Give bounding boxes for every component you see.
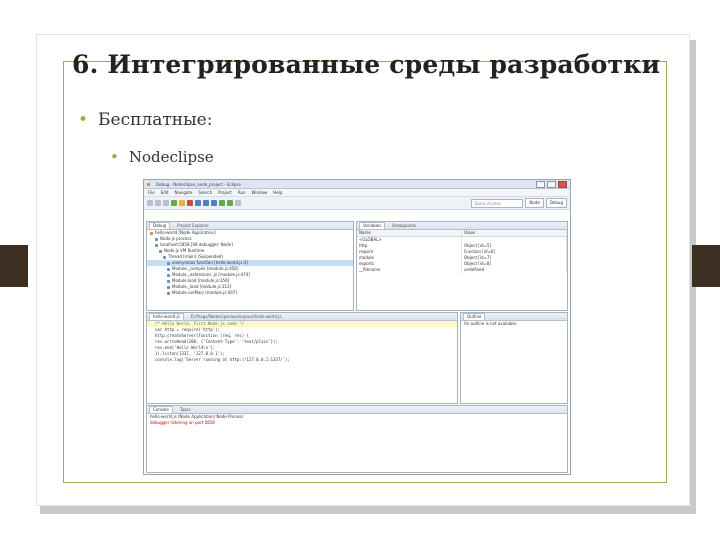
perspective-node[interactable]: Node — [525, 198, 544, 208]
variables-pane-header: Variables Breakpoints — [357, 222, 567, 230]
column-name[interactable]: Name — [357, 230, 462, 236]
bullet-level1: • Бесплатные: — [78, 110, 212, 130]
menu-file[interactable]: File — [148, 190, 155, 195]
stack-frame-icon — [167, 291, 170, 295]
stack-frame-icon — [167, 279, 170, 283]
stack-frame-icon — [167, 267, 170, 271]
tab-outline[interactable]: Outline — [463, 313, 486, 320]
console-pane: Console Tasks hello-world.js [Node Appli… — [146, 405, 568, 473]
stack-frame-icon — [167, 273, 170, 277]
right-tab-decoration — [692, 245, 720, 287]
tab-variables[interactable]: Variables — [359, 222, 386, 229]
tab-editor-file[interactable]: hello-world.js — [149, 313, 184, 320]
menu-help[interactable]: Help — [273, 190, 282, 195]
debug-pane: Debug Project Explorer hello-world [Node… — [146, 221, 354, 311]
tab-tasks[interactable]: Tasks — [177, 407, 194, 413]
process-icon — [155, 237, 158, 241]
bullet-level2-text: Nodeclipse — [128, 148, 214, 166]
terminate-icon[interactable] — [187, 200, 193, 206]
close-button[interactable] — [558, 180, 567, 188]
debug-run-icon[interactable] — [219, 200, 225, 206]
step-into-icon[interactable] — [195, 200, 201, 206]
variable-row[interactable]: __filename undefined — [357, 267, 567, 273]
menu-window[interactable]: Window — [252, 190, 268, 195]
outline-pane-header: Outline — [461, 313, 567, 321]
menu-project[interactable]: Project — [218, 190, 232, 195]
ide-title-bar: Debug - Nodeclipse_node_project - Eclips… — [144, 180, 570, 189]
save-icon[interactable] — [155, 200, 161, 206]
search-icon[interactable] — [235, 200, 241, 206]
menu-navigate[interactable]: Navigate — [174, 190, 192, 195]
quick-access-input[interactable]: Quick Access — [471, 198, 524, 208]
editor-path: D:/Progs/Nodeclipse/workspace/hello-worl… — [190, 313, 282, 319]
ide-window-title: Debug - Nodeclipse_node_project - Eclips… — [156, 181, 241, 187]
window-controls — [536, 180, 567, 188]
thread-icon — [163, 255, 166, 259]
maximize-button[interactable] — [547, 180, 556, 188]
minimize-button[interactable] — [536, 180, 545, 188]
stack-frame-icon — [167, 261, 170, 265]
step-over-icon[interactable] — [203, 200, 209, 206]
debugger-icon — [155, 243, 158, 247]
slide-title: 6. Интегрированные среды разработки — [72, 50, 661, 79]
new-icon[interactable] — [147, 200, 153, 206]
perspective-debug[interactable]: Debug — [545, 198, 567, 208]
tab-project-explorer[interactable]: Project Explorer — [174, 223, 212, 229]
step-return-icon[interactable] — [211, 200, 217, 206]
bullet-dot-icon: • — [78, 110, 89, 130]
console-line: debugger listening on port 5858 — [150, 420, 215, 425]
column-value[interactable]: Value — [462, 230, 567, 236]
resume-icon[interactable] — [171, 200, 177, 206]
console-pane-header: Console Tasks — [147, 406, 567, 414]
tab-debug[interactable]: Debug — [149, 222, 171, 229]
code-editor[interactable]: /* Hello World, first Node.js code */ va… — [147, 321, 457, 363]
left-tab-decoration — [0, 245, 28, 287]
ide-toolbar: Quick Access Node Debug — [144, 197, 570, 210]
run-icon[interactable] — [227, 200, 233, 206]
runtime-icon — [159, 249, 162, 253]
launch-icon — [150, 231, 153, 235]
bullet-level1-text: Бесплатные: — [98, 110, 213, 130]
debug-tree-item[interactable]: Module.runMain [module.js:497] — [147, 290, 353, 296]
ide-menu-bar: File Edit Navigate Search Project Run Wi… — [144, 189, 570, 197]
debug-pane-header: Debug Project Explorer — [147, 222, 353, 230]
editor-pane: hello-world.js D:/Progs/Nodeclipse/works… — [146, 312, 458, 404]
variables-pane: Variables Breakpoints Name Value <GLOBAL… — [356, 221, 568, 311]
stack-frame-icon — [167, 285, 170, 289]
variables-header: Name Value — [357, 230, 567, 237]
eclipse-icon — [147, 182, 150, 186]
print-icon[interactable] — [163, 200, 169, 206]
outline-pane: Outline An outline is not available. — [460, 312, 568, 404]
tab-breakpoints[interactable]: Breakpoints — [389, 223, 419, 229]
bullet-dot-icon: • — [110, 148, 119, 166]
ide-screenshot: Debug - Nodeclipse_node_project - Eclips… — [143, 179, 571, 475]
editor-pane-header: hello-world.js D:/Progs/Nodeclipse/works… — [147, 313, 457, 321]
menu-run[interactable]: Run — [238, 190, 246, 195]
outline-message: An outline is not available. — [464, 321, 518, 326]
bullet-level2: • Nodeclipse — [110, 148, 214, 166]
code-line: console.log('Server running at http://12… — [155, 357, 290, 362]
suspend-icon[interactable] — [179, 200, 185, 206]
menu-search[interactable]: Search — [198, 190, 212, 195]
tab-console[interactable]: Console — [149, 406, 173, 413]
menu-edit[interactable]: Edit — [161, 190, 169, 195]
